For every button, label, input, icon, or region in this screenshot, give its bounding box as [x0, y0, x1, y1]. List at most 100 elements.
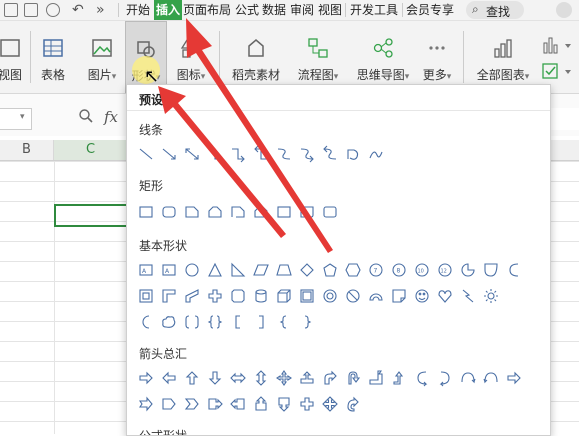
shape-option[interactable] — [321, 287, 339, 305]
shape-option[interactable] — [367, 287, 385, 305]
shape-option[interactable] — [252, 287, 270, 305]
shape-option[interactable] — [252, 395, 270, 413]
shape-option[interactable] — [436, 369, 454, 387]
shape-option[interactable] — [482, 261, 500, 279]
tab-view[interactable]: 视图 — [318, 0, 342, 20]
shape-option[interactable] — [275, 313, 293, 331]
shape-option[interactable] — [229, 313, 247, 331]
print-icon[interactable] — [24, 3, 38, 17]
shape-option[interactable] — [459, 261, 477, 279]
shape-option[interactable] — [183, 395, 201, 413]
undo-icon[interactable]: ↶ — [72, 0, 84, 20]
column-b-header[interactable]: B — [0, 140, 54, 160]
shape-button[interactable]: 形状▾ ↖ — [125, 21, 167, 93]
shape-option[interactable] — [206, 261, 224, 279]
shape-option[interactable] — [206, 313, 224, 331]
shape-option[interactable] — [344, 369, 362, 387]
shape-option[interactable] — [275, 369, 293, 387]
more-button[interactable]: 更多▾ — [418, 21, 456, 93]
flowchart-button[interactable]: 流程图▾ — [290, 21, 346, 93]
shape-option[interactable] — [252, 261, 270, 279]
shape-option[interactable] — [206, 203, 224, 221]
tab-developer[interactable]: 开发工具 — [350, 0, 398, 20]
tab-formulas[interactable]: 公式 — [235, 0, 259, 20]
shape-option[interactable] — [298, 287, 316, 305]
shape-option[interactable] — [183, 369, 201, 387]
tab-insert[interactable]: 插入 — [154, 0, 183, 20]
shape-option[interactable] — [298, 313, 316, 331]
tab-home[interactable]: 开始 — [126, 0, 150, 20]
shape-option[interactable] — [390, 287, 408, 305]
shape-option[interactable] — [229, 261, 247, 279]
picture-button[interactable]: 图片▾ — [82, 21, 122, 93]
shape-option[interactable]: 8 — [390, 261, 408, 279]
shape-option[interactable] — [459, 287, 477, 305]
shape-option[interactable] — [505, 369, 523, 387]
save-icon[interactable] — [4, 3, 18, 17]
shape-option[interactable] — [321, 203, 339, 221]
shape-option[interactable] — [275, 287, 293, 305]
shape-option[interactable] — [229, 145, 247, 163]
mindmap-button[interactable]: 思维导图▾ — [352, 21, 414, 93]
shape-option[interactable] — [275, 261, 293, 279]
shape-option[interactable] — [413, 369, 431, 387]
shape-option[interactable]: A — [137, 261, 155, 279]
all-charts-button[interactable]: 全部图表▾ — [472, 21, 534, 93]
shape-option[interactable] — [321, 261, 339, 279]
shape-option[interactable] — [183, 313, 201, 331]
shape-option[interactable] — [459, 369, 477, 387]
shape-option[interactable] — [137, 313, 155, 331]
shape-option[interactable] — [252, 203, 270, 221]
shape-option[interactable]: A — [160, 261, 178, 279]
shape-option[interactable] — [275, 145, 293, 163]
shape-option[interactable] — [344, 145, 362, 163]
shape-option[interactable] — [160, 145, 178, 163]
column-chart-button[interactable] — [540, 35, 576, 55]
more-quick-access-button[interactable]: » — [96, 0, 105, 20]
shape-option[interactable] — [482, 369, 500, 387]
shape-option[interactable] — [252, 313, 270, 331]
shape-option[interactable] — [229, 369, 247, 387]
shape-option[interactable] — [321, 395, 339, 413]
shape-option[interactable] — [413, 287, 431, 305]
tab-member[interactable]: 会员专享 — [406, 0, 454, 20]
shape-option[interactable] — [229, 203, 247, 221]
shape-option[interactable]: 12 — [436, 261, 454, 279]
shape-option[interactable] — [298, 203, 316, 221]
shape-option[interactable] — [183, 203, 201, 221]
magnifier-icon[interactable] — [78, 108, 94, 124]
search-box[interactable]: ⌕ 查找 — [466, 1, 524, 19]
user-avatar[interactable] — [556, 2, 572, 18]
shape-option[interactable] — [137, 369, 155, 387]
shape-option[interactable] — [137, 203, 155, 221]
shape-option[interactable] — [206, 395, 224, 413]
shape-option[interactable] — [321, 369, 339, 387]
shape-option[interactable] — [275, 203, 293, 221]
name-box[interactable]: ▾ — [0, 108, 32, 130]
shape-option[interactable]: 7 — [367, 261, 385, 279]
print-preview-icon[interactable] — [46, 3, 60, 17]
shape-option[interactable] — [160, 313, 178, 331]
shape-option[interactable] — [367, 369, 385, 387]
icon-button[interactable]: 图标▾ — [172, 21, 210, 93]
shape-option[interactable] — [275, 395, 293, 413]
shape-option[interactable] — [367, 145, 385, 163]
tab-data[interactable]: 数据 — [262, 0, 286, 20]
shape-option[interactable] — [298, 261, 316, 279]
shape-option[interactable] — [160, 395, 178, 413]
shape-option[interactable] — [137, 145, 155, 163]
shape-option[interactable] — [344, 261, 362, 279]
shape-option[interactable] — [344, 287, 362, 305]
shape-option[interactable] — [206, 145, 224, 163]
shape-option[interactable] — [229, 287, 247, 305]
table-button[interactable]: 表格 — [36, 21, 70, 93]
shape-option[interactable] — [298, 395, 316, 413]
name-box-dropdown-icon[interactable]: ▾ — [20, 112, 25, 122]
active-cell[interactable] — [54, 204, 128, 227]
shape-option[interactable] — [183, 145, 201, 163]
shape-option[interactable] — [160, 369, 178, 387]
check-chart-button[interactable] — [540, 61, 576, 81]
shape-option[interactable] — [183, 287, 201, 305]
column-c-header[interactable]: C — [54, 140, 128, 160]
shape-option[interactable] — [390, 369, 408, 387]
